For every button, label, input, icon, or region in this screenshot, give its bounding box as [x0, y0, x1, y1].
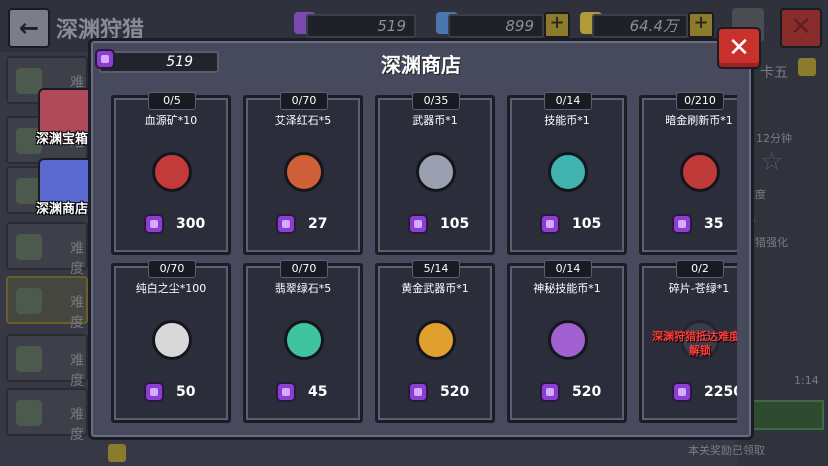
skull-icon	[16, 346, 42, 372]
star-icon: ☆	[760, 147, 784, 177]
nav-shop-label[interactable]: 深渊商店	[36, 198, 88, 217]
skull-icon	[16, 288, 42, 314]
skull-icon	[16, 234, 42, 260]
reward-status: 本关奖励已领取	[688, 444, 765, 457]
white-dust-icon	[152, 320, 192, 360]
shop-item-card[interactable]: 0/70 翡翠绿石*5 45	[243, 260, 363, 423]
back-arrow-icon: ←	[18, 14, 40, 42]
gold-weapon-coin-icon	[416, 320, 456, 360]
lock-message: 深渊狩猎抵达难度7解锁	[652, 330, 737, 357]
timer-label: 1:14	[794, 374, 819, 387]
back-button[interactable]: ←	[8, 8, 50, 48]
purple-gem-icon	[672, 382, 692, 402]
purple-gem-icon	[144, 214, 164, 234]
item-price: 50	[176, 384, 196, 400]
item-price: 520	[572, 384, 602, 400]
shop-item-card[interactable]: 5/14 黄金武器币*1 520	[375, 260, 495, 423]
shop-item-card[interactable]: 0/35 武器币*1 105	[375, 92, 495, 255]
green-bar	[744, 400, 824, 430]
item-name: 武器币*1	[412, 114, 458, 127]
side-tab-6[interactable]: 难度	[6, 334, 88, 389]
skill-coin-icon	[548, 152, 588, 192]
lock-icon	[798, 58, 816, 76]
add-gold-button[interactable]: +	[688, 12, 714, 38]
purple-gem-icon	[672, 214, 692, 234]
stock-count: 0/2	[676, 260, 724, 278]
item-price: 27	[308, 216, 328, 232]
item-name: 艾泽红石*5	[274, 114, 332, 127]
item-price: 520	[440, 384, 470, 400]
nav-chest-label[interactable]: 深渊宝箱	[36, 128, 88, 147]
purple-gem-icon	[95, 49, 115, 69]
purple-gem-icon	[276, 214, 296, 234]
item-price: 45	[308, 384, 328, 400]
shop-item-card[interactable]: 0/5 血源矿*10 300	[111, 92, 231, 255]
stock-count: 0/210	[676, 92, 724, 110]
balance-value: 519	[166, 54, 193, 70]
shop-item-card[interactable]: 0/210 暗金刷新币*1 35	[639, 92, 737, 255]
item-price: 35	[704, 216, 724, 232]
add-blue-button[interactable]: +	[544, 12, 570, 38]
balance-display: 519	[95, 49, 219, 73]
item-price: 2250	[704, 384, 737, 400]
purple-gem-icon	[540, 382, 560, 402]
resource-gold: 64.4万	[592, 14, 688, 38]
mystic-skill-coin-icon	[548, 320, 588, 360]
item-name: 碎片-苍绿*1	[668, 282, 730, 295]
stock-count: 0/70	[148, 260, 196, 278]
side-tab-7[interactable]: 难度	[6, 388, 88, 443]
stock-count: 0/35	[412, 92, 460, 110]
time-label: 12分钟	[756, 132, 792, 145]
item-name: 神秘技能币*1	[533, 282, 601, 295]
purple-gem-icon	[144, 382, 164, 402]
stock-count: 0/70	[280, 92, 328, 110]
purple-gem-icon	[540, 214, 560, 234]
item-name: 技能币*1	[544, 114, 590, 127]
red-stone-icon	[284, 152, 324, 192]
stock-count: 5/14	[412, 260, 460, 278]
item-name: 翡翠绿石*5	[274, 282, 332, 295]
skull-icon	[16, 400, 42, 426]
close-button[interactable]: ✕	[717, 27, 761, 69]
shop-item-card[interactable]: 0/14 神秘技能币*1 520	[507, 260, 627, 423]
blood-ore-icon	[152, 152, 192, 192]
shop-item-card[interactable]: 0/14 技能币*1 105	[507, 92, 627, 255]
resource-purple: 519	[306, 14, 416, 38]
level-label: 卡五	[760, 65, 788, 81]
stock-count: 0/14	[544, 260, 592, 278]
close-icon: ✕	[728, 33, 750, 63]
item-name: 黄金武器币*1	[401, 282, 469, 295]
stock-count: 0/70	[280, 260, 328, 278]
lock-icon	[108, 444, 126, 462]
stock-count: 0/5	[148, 92, 196, 110]
dark-gold-refresh-coin-icon	[680, 152, 720, 192]
shop-modal: 深渊商店 519 ✕ 0/5 血源矿*10 300 0/70 艾泽红石*5 27 0/35 武…	[88, 27, 761, 440]
weapon-coin-icon	[416, 152, 456, 192]
page-close-button[interactable]: ✕	[780, 8, 822, 48]
item-name: 血源矿*10	[144, 114, 198, 127]
item-price: 105	[572, 216, 602, 232]
item-price: 300	[176, 216, 206, 232]
item-name: 暗金刷新币*1	[665, 114, 733, 127]
item-name: 纯白之尘*100	[135, 282, 207, 295]
shop-item-card[interactable]: 0/2 碎片-苍绿*1 2250 深渊狩猎抵达难度7解锁	[639, 260, 737, 423]
purple-gem-icon	[408, 214, 428, 234]
purple-gem-icon	[408, 382, 428, 402]
side-tab-4[interactable]: 难度	[6, 222, 88, 277]
shop-grid: 0/5 血源矿*10 300 0/70 艾泽红石*5 27 0/35 武器币*1 105 0/14…	[103, 91, 737, 427]
shop-item-card[interactable]: 0/70 艾泽红石*5 27	[243, 92, 363, 255]
side-tab-5[interactable]: 难度	[6, 276, 88, 331]
stock-count: 0/14	[544, 92, 592, 110]
item-price: 105	[440, 216, 470, 232]
shop-item-card[interactable]: 0/70 纯白之尘*100 50	[111, 260, 231, 423]
purple-gem-icon	[276, 382, 296, 402]
emerald-stone-icon	[284, 320, 324, 360]
resource-blue: 899	[448, 14, 544, 38]
